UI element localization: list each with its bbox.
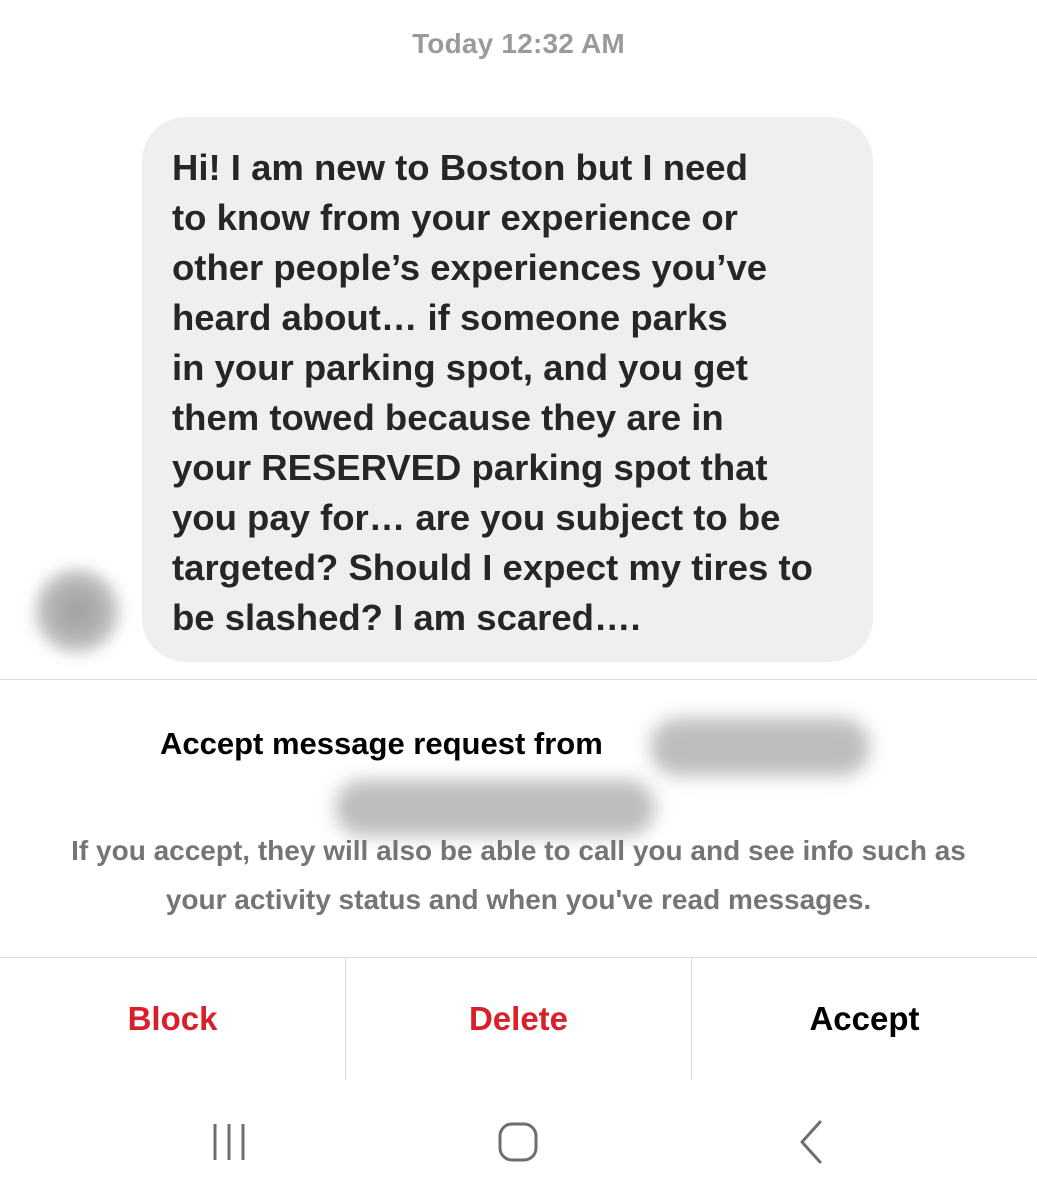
sender-avatar[interactable] — [34, 568, 120, 654]
message-line: in your parking spot, and you get — [172, 347, 748, 388]
message-line: Hi! I am new to Boston but I need — [172, 147, 748, 188]
message-line: to know from your experience or — [172, 197, 738, 238]
message-line: targeted? Should I expect my tires to — [172, 547, 813, 588]
message-line: them towed because they are in — [172, 397, 724, 438]
back-icon[interactable] — [780, 1120, 840, 1164]
message-line: other people’s experiences you’ve — [172, 247, 768, 288]
request-title: Accept message request from — [160, 726, 603, 761]
message-text: Hi! I am new to Boston but I need to kno… — [172, 143, 843, 643]
block-button[interactable]: Block — [0, 958, 345, 1080]
message-bubble[interactable]: Hi! I am new to Boston but I need to kno… — [142, 117, 873, 662]
request-info-line: If you accept, they will also be able to… — [71, 835, 966, 866]
request-info: If you accept, they will also be able to… — [0, 826, 1037, 924]
message-line: heard about… if someone parks — [172, 297, 728, 338]
message-line: your RESERVED parking spot that — [172, 447, 768, 488]
recent-apps-icon[interactable] — [199, 1120, 259, 1164]
message-request-screen: Today 12:32 AM Hi! I am new to Boston bu… — [0, 0, 1037, 1200]
home-icon[interactable] — [488, 1120, 548, 1164]
message-line: be slashed? I am scared…. — [172, 597, 641, 638]
accept-button[interactable]: Accept — [691, 958, 1037, 1080]
delete-button[interactable]: Delete — [345, 958, 691, 1080]
request-action-bar: Block Delete Accept — [0, 957, 1037, 1080]
redacted-sender-name — [650, 718, 870, 776]
system-navigation-bar — [0, 1080, 1037, 1200]
request-info-line: your activity status and when you've rea… — [165, 884, 872, 915]
section-divider — [0, 679, 1037, 680]
message-line: you pay for… are you subject to be — [172, 497, 781, 538]
message-timestamp: Today 12:32 AM — [412, 28, 625, 59]
